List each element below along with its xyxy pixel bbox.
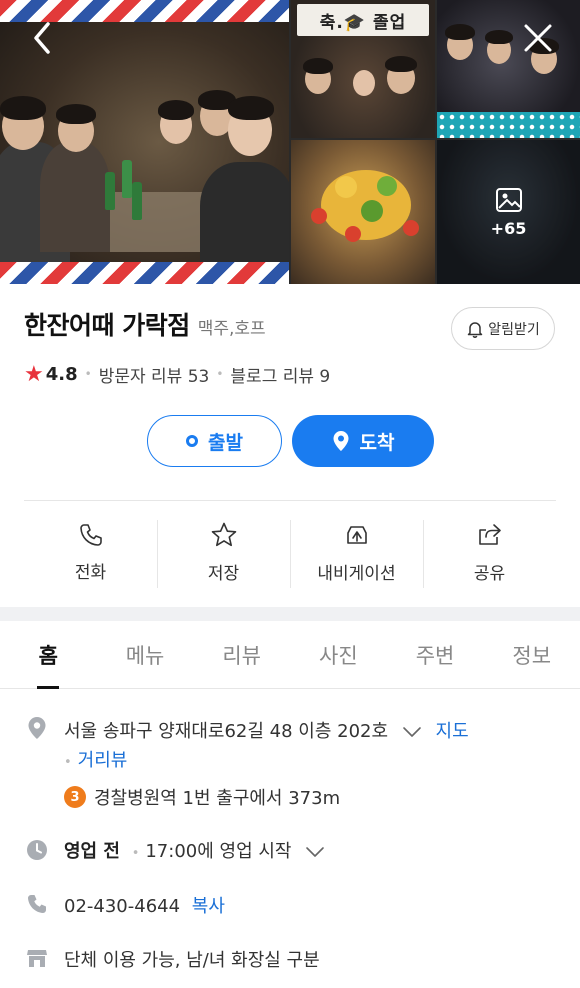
- route-start-label: 출발: [208, 431, 243, 454]
- tab-nearby[interactable]: 주변: [387, 621, 484, 688]
- navigation-icon: [346, 525, 367, 544]
- gallery-icon: [495, 187, 522, 212]
- more-photos-overlay[interactable]: +65: [437, 140, 580, 284]
- street-view-link[interactable]: 거리뷰: [78, 750, 128, 771]
- photo-thumb-group[interactable]: [437, 0, 580, 138]
- subway-line-badge: 3: [64, 786, 86, 808]
- visitor-reviews-link[interactable]: 방문자 리뷰 53: [99, 362, 210, 387]
- address-pin-icon: [26, 717, 48, 739]
- rating-score: 4.8: [45, 363, 78, 385]
- route-start-button[interactable]: 출발: [147, 415, 282, 467]
- polka-dot-cloth: [437, 112, 580, 138]
- photo-thumb-graduation[interactable]: 축.🎓 졸업: [291, 0, 435, 138]
- location-pin-icon: [333, 431, 349, 451]
- chevron-down-icon[interactable]: [402, 726, 422, 738]
- facilities-row: 단체 이용 가능, 남/녀 화장실 구분: [64, 946, 320, 972]
- map-link[interactable]: 지도: [436, 721, 469, 742]
- phone-icon: [79, 523, 102, 546]
- tab-home[interactable]: 홈: [0, 621, 97, 689]
- street-view-row: • 거리뷰: [64, 750, 128, 771]
- back-button[interactable]: [22, 18, 62, 58]
- hours-row[interactable]: 영업 전 • 17:00에 영업 시작: [64, 837, 325, 863]
- address-text: 서울 송파구 양재대로62길 48 이층 202호: [64, 721, 389, 742]
- tab-bar: 홈 메뉴 리뷰 사진 주변 정보: [0, 621, 580, 689]
- share-button[interactable]: 공유: [423, 514, 556, 590]
- subway-row: 3 경찰병원역 1번 출구에서 373m: [64, 784, 340, 810]
- save-label: 저장: [207, 563, 240, 584]
- call-label: 전화: [74, 562, 107, 583]
- bell-icon: [467, 321, 483, 338]
- close-icon: [524, 24, 552, 52]
- store-icon: [26, 947, 48, 969]
- hours-status: 영업 전: [64, 841, 120, 862]
- navigation-button[interactable]: 내비게이션: [290, 514, 423, 590]
- call-button[interactable]: 전화: [24, 514, 157, 590]
- photo-thumb-fruit[interactable]: [291, 140, 435, 284]
- blog-reviews-link[interactable]: 블로그 리뷰 9: [230, 362, 330, 387]
- rating-row: ★ 4.8 • 방문자 리뷰 53 • 블로그 리뷰 9: [24, 361, 331, 387]
- tab-photo[interactable]: 사진: [290, 621, 387, 688]
- phone-row: 02-430-4644 복사: [64, 892, 225, 918]
- notify-label: 알림받기: [488, 321, 540, 338]
- tab-menu[interactable]: 메뉴: [97, 621, 194, 688]
- rating-star-icon: ★: [24, 361, 44, 387]
- chevron-left-icon: [34, 22, 50, 54]
- more-photos-count: +65: [490, 218, 527, 238]
- tab-info[interactable]: 정보: [483, 621, 580, 688]
- chevron-down-icon[interactable]: [305, 846, 325, 858]
- address-row: 서울 송파구 양재대로62길 48 이층 202호 지도: [64, 717, 469, 743]
- route-arrive-button[interactable]: 도착: [292, 415, 434, 467]
- action-bar: 전화 저장 내비게이션 공유: [24, 514, 556, 590]
- notify-button[interactable]: 알림받기: [451, 307, 555, 350]
- place-category: 맥주,호프: [197, 319, 266, 339]
- tab-review[interactable]: 리뷰: [193, 621, 290, 688]
- barber-stripe-bottom: [0, 262, 289, 284]
- navigation-label: 내비게이션: [317, 563, 396, 584]
- share-icon: [478, 523, 501, 545]
- divider: [24, 500, 556, 501]
- photo-thumb-more[interactable]: +65: [437, 140, 580, 284]
- photo-gallery[interactable]: 축.🎓 졸업 +65: [0, 0, 580, 284]
- star-icon: [211, 522, 236, 546]
- origin-dot-icon: [186, 435, 199, 447]
- route-arrive-label: 도착: [359, 431, 395, 454]
- phone-number[interactable]: 02-430-4644: [64, 896, 180, 917]
- hours-text: 17:00에 영업 시작: [145, 841, 292, 862]
- section-gap: [0, 607, 580, 621]
- place-title-row: 한잔어때 가락점 맥주,호프: [24, 306, 266, 346]
- copy-phone-button[interactable]: 복사: [192, 896, 225, 917]
- facilities-text: 단체 이용 가능, 남/녀 화장실 구분: [64, 950, 320, 971]
- save-button[interactable]: 저장: [157, 514, 290, 590]
- group-photo-scene: [0, 22, 289, 272]
- clock-icon: [26, 839, 48, 861]
- share-label: 공유: [473, 563, 506, 584]
- place-name: 한잔어때 가락점: [24, 311, 190, 340]
- phone-small-icon: [26, 893, 48, 915]
- subway-text: 경찰병원역 1번 출구에서 373m: [94, 788, 341, 809]
- graduation-banner: 축.🎓 졸업: [297, 4, 429, 36]
- close-button[interactable]: [518, 18, 558, 58]
